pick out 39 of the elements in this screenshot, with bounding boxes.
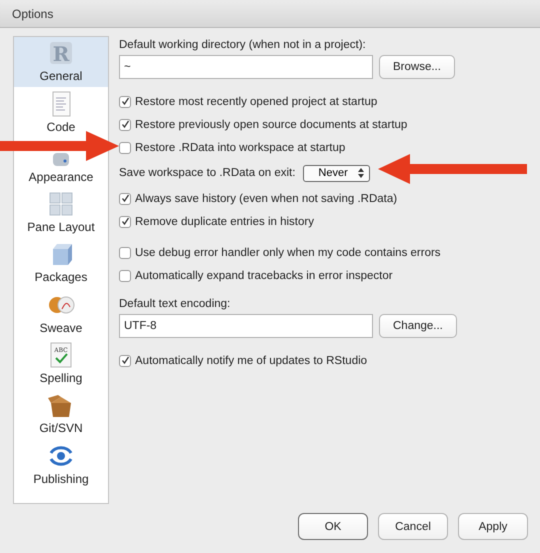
window-title: Options xyxy=(12,6,54,20)
input-field[interactable]: ~ xyxy=(119,55,373,79)
sidebar-item[interactable]: Code xyxy=(14,87,108,138)
checkbox-label: Use debug error handler only when my code contains errors xyxy=(135,246,441,258)
browse-button[interactable]: Browse... xyxy=(379,55,455,79)
checkbox-label: Always save history (even when not saving .RData) xyxy=(135,192,398,204)
input-field[interactable]: UTF-8 xyxy=(119,314,373,338)
dialog-button[interactable]: Cancel xyxy=(378,513,448,540)
sidebar-item[interactable]: Appearance xyxy=(14,138,108,188)
dropdown[interactable]: Never xyxy=(303,164,370,182)
checkbox[interactable] xyxy=(119,270,131,282)
sidebar-item[interactable]: Packages xyxy=(14,238,108,288)
checkbox[interactable] xyxy=(119,118,131,130)
checkbox[interactable] xyxy=(119,142,131,154)
checkbox[interactable] xyxy=(119,354,131,366)
checkbox-label: Automatically notify me of updates to RStudio xyxy=(135,354,368,366)
checkbox-label: Remove duplicate entries in history xyxy=(135,216,314,228)
sidebar-item[interactable]: R General xyxy=(14,37,108,88)
grid-icon xyxy=(47,190,75,218)
checkbox[interactable] xyxy=(119,246,131,258)
dropdown-label: Save workspace to .RData on exit: xyxy=(119,167,296,179)
checkbox[interactable] xyxy=(119,96,131,108)
dialog-button[interactable]: Apply xyxy=(458,513,528,540)
checkbox-label: Restore most recently opened project at startup xyxy=(135,96,378,108)
sidebar-item[interactable]: Sweave xyxy=(14,288,108,339)
checkbox[interactable] xyxy=(119,192,131,204)
sidebar-item[interactable]: Git/SVN xyxy=(14,389,108,440)
field-label: Default working directory (when not in a project): xyxy=(119,39,366,51)
checkbox-label: Automatically expand tracebacks in error inspector xyxy=(135,270,393,282)
field-label: Default text encoding: xyxy=(119,298,230,310)
checkbox[interactable] xyxy=(119,216,131,228)
browse-button[interactable]: Change... xyxy=(379,314,457,338)
checkbox-label: Restore previously open source documents at startup xyxy=(135,118,408,130)
sidebar-item[interactable]: Pane Layout xyxy=(14,188,108,238)
database-icon xyxy=(53,152,69,166)
dialog-button[interactable]: OK xyxy=(298,513,368,540)
sidebar-item[interactable]: Publishing xyxy=(14,439,108,490)
stepper-icon xyxy=(358,168,364,178)
checkbox-label: Restore .RData into workspace at startup xyxy=(135,142,346,154)
